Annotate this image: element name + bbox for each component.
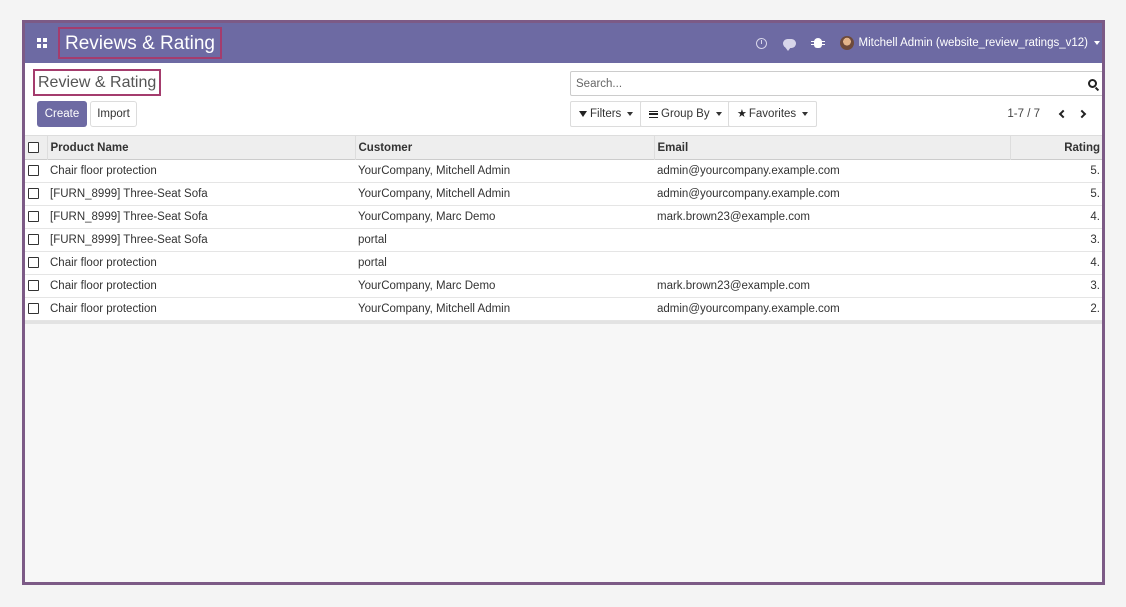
table-row[interactable]: Chair floor protection YourCompany, Mitc… (25, 159, 1102, 183)
cell-product-name: [FURN_8999] Three-Seat Sofa (50, 188, 208, 200)
pager-value[interactable]: 1-7 / 7 (1007, 108, 1040, 120)
row-select-cell (25, 298, 47, 321)
navbar-systray: Mitchell Admin (website_review_ratings_v… (748, 23, 1102, 63)
search-input[interactable] (571, 77, 1082, 90)
cell-email: admin@yourcompany.example.com (657, 303, 840, 315)
row-select-cell (25, 252, 47, 275)
table-row[interactable]: Chair floor protection portal 4. (25, 251, 1102, 275)
table-row[interactable]: [FURN_8999] Three-Seat Sofa portal 3. (25, 228, 1102, 252)
search-bar (570, 71, 1102, 96)
cell-product-name: [FURN_8999] Three-Seat Sofa (50, 234, 208, 246)
chevron-down-icon (1094, 41, 1100, 45)
chevron-right-icon (1077, 109, 1086, 119)
cell-email: admin@yourcompany.example.com (657, 165, 840, 177)
row-checkbox[interactable] (28, 165, 39, 177)
cell-product-name: Chair floor protection (50, 303, 157, 315)
row-checkbox[interactable] (28, 303, 39, 315)
table-row[interactable]: Chair floor protection YourCompany, Mitc… (25, 297, 1102, 321)
row-checkbox[interactable] (28, 211, 39, 223)
control-panel: Review & Rating Create Import Filters Gr… (25, 63, 1102, 135)
cell-rating: 4. (1090, 257, 1100, 269)
favorites-button[interactable]: ★ Favorites (728, 101, 818, 127)
user-name: Mitchell Admin (website_review_ratings_v… (858, 37, 1088, 49)
cell-email: mark.brown23@example.com (657, 280, 810, 292)
table-row[interactable]: Chair floor protection YourCompany, Marc… (25, 274, 1102, 298)
row-checkbox[interactable] (28, 257, 39, 269)
breadcrumb: Review & Rating (33, 69, 162, 96)
pager-next-button[interactable] (1072, 103, 1094, 125)
search-icon[interactable] (1082, 74, 1102, 94)
cell-rating: 2. (1090, 303, 1100, 315)
group-by-button[interactable]: Group By (640, 101, 731, 127)
row-select-cell (25, 160, 47, 183)
cell-email (654, 229, 1010, 252)
cell-customer: portal (358, 257, 387, 269)
cell-customer: YourCompany, Mitchell Admin (358, 303, 511, 315)
row-checkbox[interactable] (28, 188, 39, 200)
debug-bug-icon[interactable] (804, 23, 832, 63)
cell-customer: YourCompany, Mitchell Admin (358, 188, 511, 200)
row-select-cell (25, 229, 47, 252)
table-row[interactable]: [FURN_8999] Three-Seat Sofa YourCompany,… (25, 182, 1102, 206)
cell-rating: 4. (1090, 211, 1100, 223)
cell-email: admin@yourcompany.example.com (657, 188, 840, 200)
user-menu[interactable]: Mitchell Admin (website_review_ratings_v… (839, 36, 1100, 50)
table-row[interactable]: [FURN_8999] Three-Seat Sofa YourCompany,… (25, 205, 1102, 229)
pager-previous-button[interactable] (1050, 103, 1072, 125)
pager: 1-7 / 7 (1007, 101, 1094, 127)
create-button[interactable]: Create (37, 101, 87, 127)
column-header-rating[interactable]: Rating (1009, 135, 1102, 160)
chevron-left-icon (1058, 109, 1067, 119)
filters-label: Filters (590, 108, 622, 120)
cell-email: mark.brown23@example.com (657, 211, 810, 223)
star-icon: ★ (737, 107, 747, 120)
group-by-label: Group By (661, 108, 710, 120)
import-button[interactable]: Import (90, 101, 137, 127)
row-select-cell (25, 206, 47, 229)
app-title[interactable]: Reviews & Rating (58, 27, 222, 59)
column-header-email[interactable]: Email (653, 135, 1010, 160)
cell-customer: YourCompany, Marc Demo (358, 211, 496, 223)
cell-rating: 3. (1090, 280, 1100, 292)
column-header-customer[interactable]: Customer (354, 135, 654, 160)
row-select-cell (25, 183, 47, 206)
cell-rating: 5. (1090, 188, 1100, 200)
favorites-label: Favorites (748, 108, 797, 120)
row-select-cell (25, 275, 47, 298)
cell-product-name: Chair floor protection (50, 280, 157, 292)
list-footer (25, 321, 1102, 324)
select-all-checkbox[interactable] (28, 141, 39, 153)
apps-menu-icon[interactable] (30, 31, 54, 55)
avatar (839, 36, 854, 50)
cell-customer: YourCompany, Marc Demo (358, 280, 496, 292)
top-navbar: Reviews & Rating Mitchell Admin (website… (25, 23, 1102, 63)
cell-rating: 5. (1090, 165, 1100, 177)
select-all-cell (25, 136, 47, 160)
cell-rating: 3. (1090, 234, 1100, 246)
chevron-down-icon (802, 112, 809, 116)
row-checkbox[interactable] (28, 234, 39, 246)
cell-customer: portal (358, 234, 387, 246)
cell-email (654, 252, 1010, 275)
list-bars-icon (649, 110, 658, 118)
cell-customer: YourCompany, Mitchell Admin (358, 165, 511, 177)
column-header-product-name[interactable]: Product Name (46, 135, 355, 160)
table-header-row: Product Name Customer Email Rating (25, 135, 1102, 160)
reviews-table: Product Name Customer Email Rating Chair… (25, 135, 1102, 321)
app-window: Reviews & Rating Mitchell Admin (website… (22, 20, 1105, 585)
cell-product-name: Chair floor protection (50, 165, 157, 177)
chevron-down-icon (627, 112, 634, 116)
row-checkbox[interactable] (28, 280, 39, 292)
chevron-down-icon (715, 112, 722, 116)
funnel-icon (579, 111, 587, 117)
chat-messages-icon[interactable] (776, 23, 804, 63)
list-view: Product Name Customer Email Rating Chair… (25, 135, 1102, 324)
filters-button[interactable]: Filters (570, 101, 643, 127)
cell-product-name: Chair floor protection (50, 257, 157, 269)
cell-product-name: [FURN_8999] Three-Seat Sofa (50, 211, 208, 223)
activity-clock-icon[interactable] (748, 23, 776, 63)
